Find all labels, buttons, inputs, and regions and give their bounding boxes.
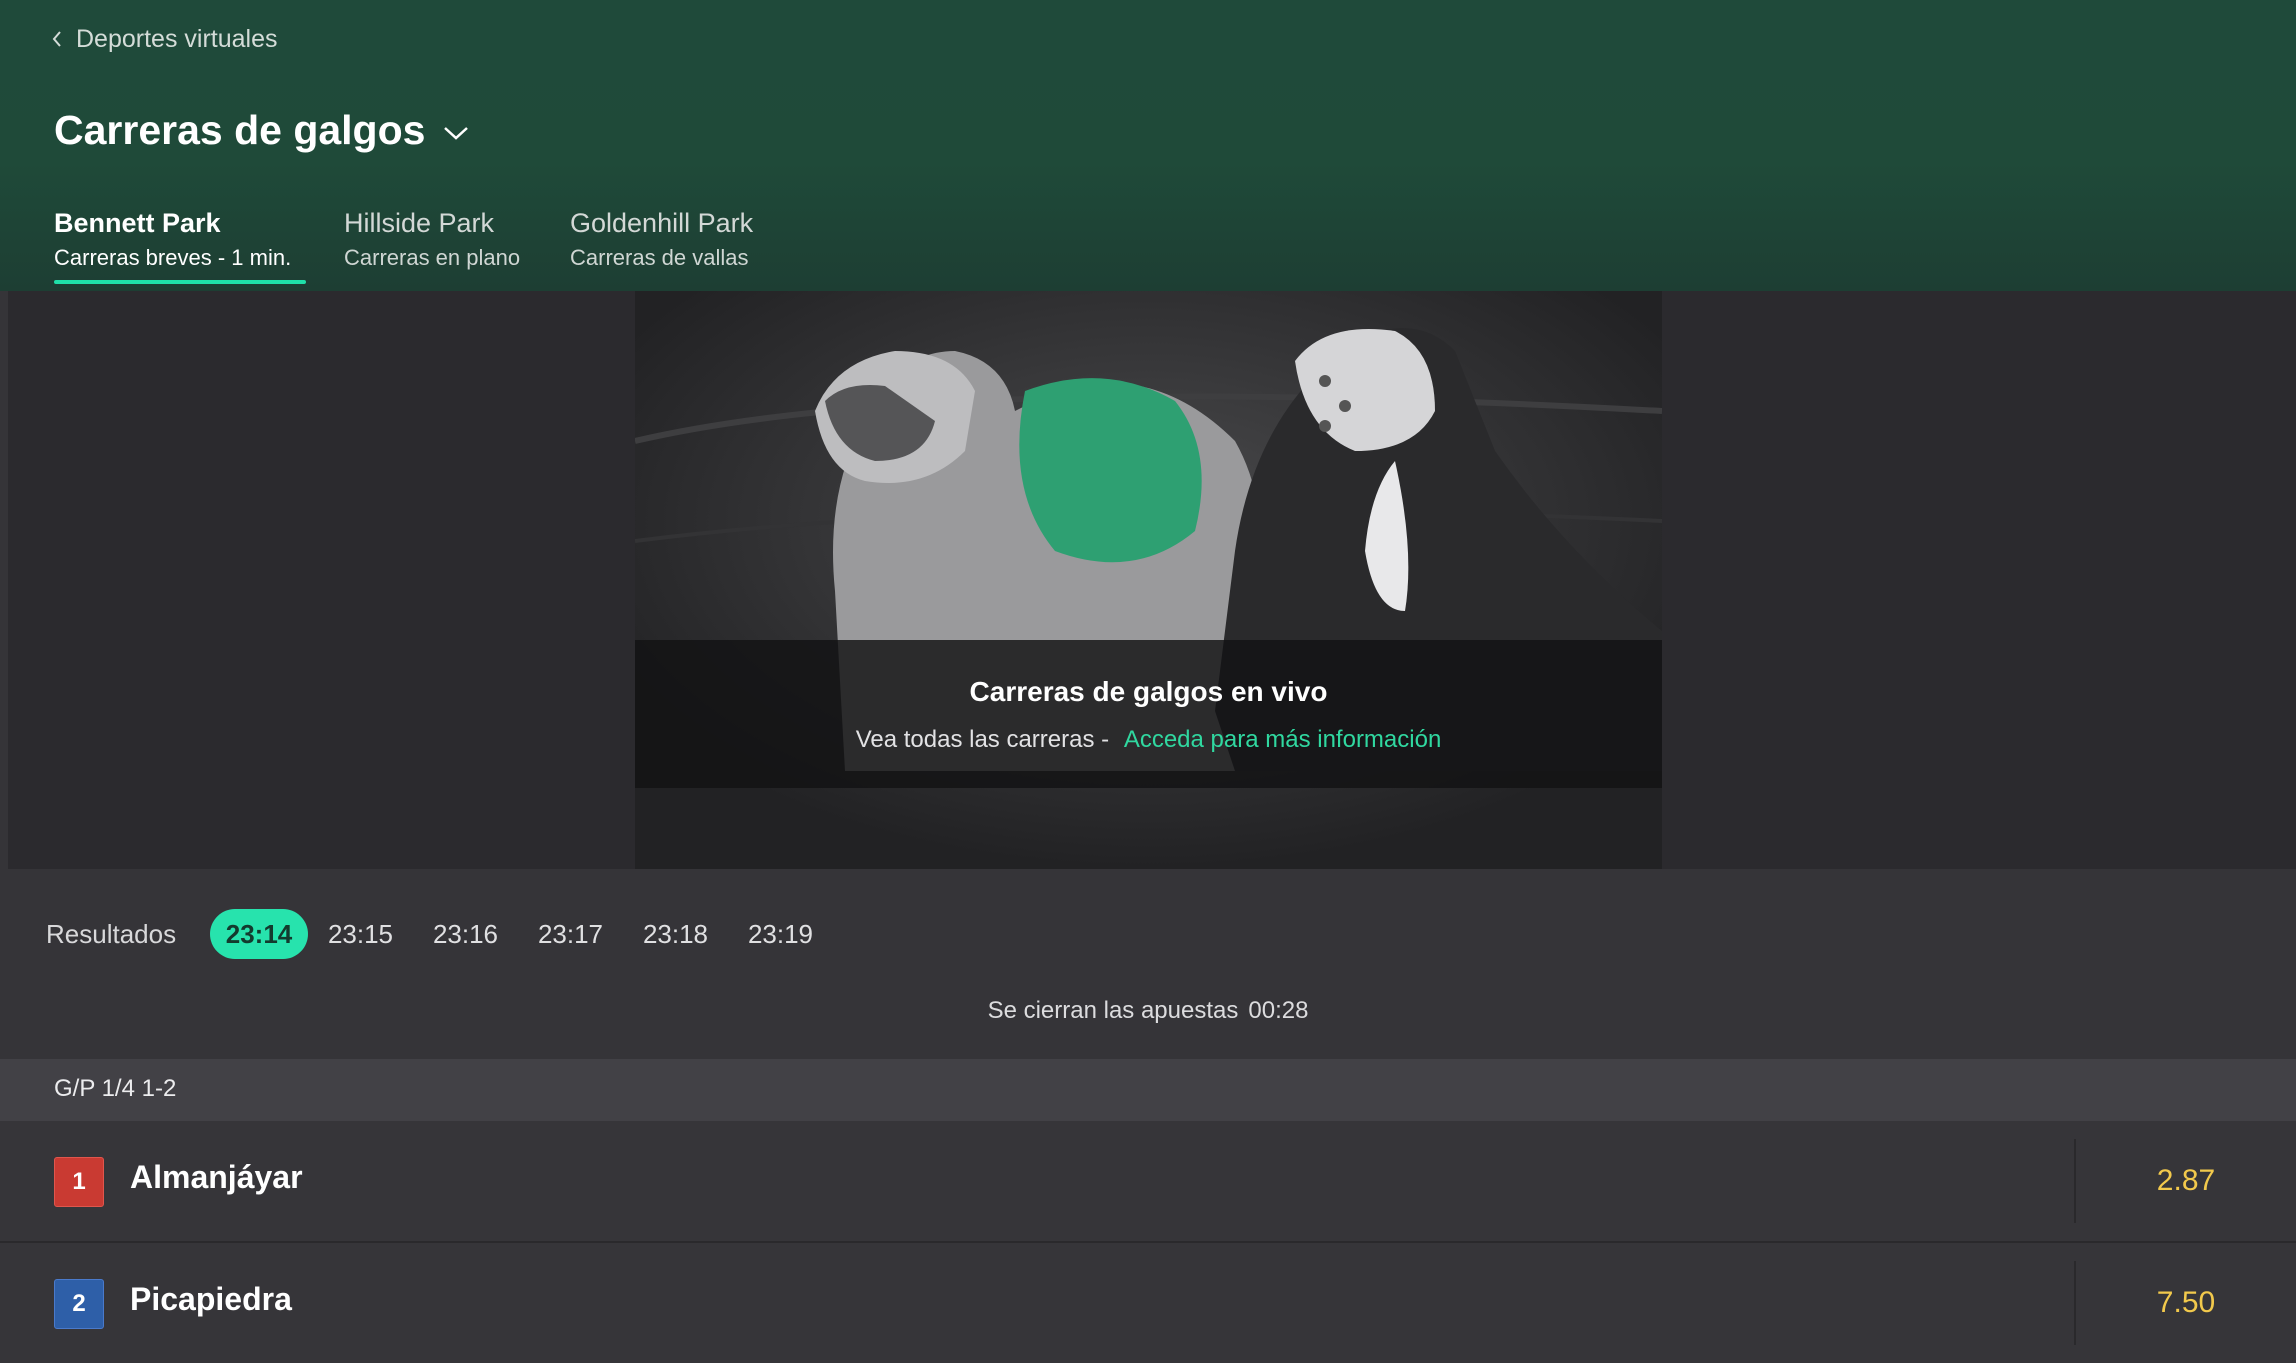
closing-label: Se cierran las apuestas bbox=[987, 997, 1239, 1024]
tab-goldenhill-park[interactable]: Goldenhill Park Carreras de vallas bbox=[570, 205, 770, 285]
runner-name: Almanjáyar bbox=[130, 1159, 303, 1195]
header-banner: Deportes virtuales Carreras de galgos Be… bbox=[0, 0, 2296, 291]
odds-button[interactable]: 7.50 bbox=[2076, 1243, 2296, 1363]
race-time-slot[interactable]: 23:19 bbox=[728, 909, 833, 959]
runner-row: 2 Picapiedra 7.50 bbox=[0, 1243, 2296, 1363]
race-selector: Resultados 23:14 23:15 23:16 23:17 23:18… bbox=[0, 869, 2296, 1059]
market-header: G/P 1/4 1-2 bbox=[0, 1059, 2296, 1121]
track-tabs: Bennett Park Carreras breves - 1 min. Hi… bbox=[54, 205, 770, 285]
tab-subtitle: Carreras en plano bbox=[344, 245, 521, 270]
back-link[interactable]: Deportes virtuales bbox=[50, 22, 277, 56]
runner-row: 1 Almanjáyar 2.87 bbox=[0, 1121, 2296, 1243]
tab-subtitle: Carreras de vallas bbox=[570, 245, 749, 270]
market-title: G/P 1/4 1-2 bbox=[54, 1075, 177, 1102]
live-banner: Carreras de galgos en vivo Vea todas las… bbox=[635, 640, 1662, 788]
chevron-down-icon bbox=[444, 127, 469, 140]
chevron-left-icon bbox=[52, 31, 61, 47]
race-time-slot[interactable]: 23:15 bbox=[308, 909, 413, 959]
live-subtext: Vea todas las carreras - Acceda para más… bbox=[635, 726, 1662, 754]
sport-selector[interactable]: Carreras de galgos bbox=[54, 100, 471, 160]
trap-number-badge: 1 bbox=[54, 1157, 104, 1207]
tab-title: Hillside Park bbox=[344, 208, 495, 238]
betting-closes-notice: Se cierran las apuestas 00:28 bbox=[0, 997, 2296, 1025]
tab-hillside-park[interactable]: Hillside Park Carreras en plano bbox=[344, 205, 570, 285]
odds-button[interactable]: 2.87 bbox=[2076, 1121, 2296, 1241]
tab-bennett-park[interactable]: Bennett Park Carreras breves - 1 min. bbox=[54, 205, 306, 285]
race-time-slot[interactable]: 23:18 bbox=[623, 909, 728, 959]
login-link[interactable]: Acceda para más información bbox=[1124, 726, 1441, 753]
race-time-slot[interactable]: 23:14 bbox=[210, 909, 308, 959]
back-link-label: Deportes virtuales bbox=[76, 24, 278, 53]
countdown-timer: 00:28 bbox=[1248, 997, 1309, 1024]
tab-subtitle: Carreras breves - 1 min. bbox=[54, 245, 292, 270]
race-time-slot[interactable]: 23:16 bbox=[413, 909, 518, 959]
race-time-slot[interactable]: 23:17 bbox=[518, 909, 623, 959]
live-heading: Carreras de galgos en vivo bbox=[969, 676, 1328, 707]
runner-name: Picapiedra bbox=[130, 1281, 292, 1317]
tab-title: Bennett Park bbox=[54, 208, 221, 238]
tab-title: Goldenhill Park bbox=[570, 208, 754, 238]
results-link[interactable]: Resultados bbox=[46, 909, 176, 959]
live-text: Vea todas las carreras - bbox=[855, 726, 1110, 753]
race-time-list: 23:14 23:15 23:16 23:17 23:18 23:19 bbox=[210, 909, 833, 959]
trap-number-badge: 2 bbox=[54, 1279, 104, 1329]
page-title: Carreras de galgos bbox=[54, 106, 426, 153]
